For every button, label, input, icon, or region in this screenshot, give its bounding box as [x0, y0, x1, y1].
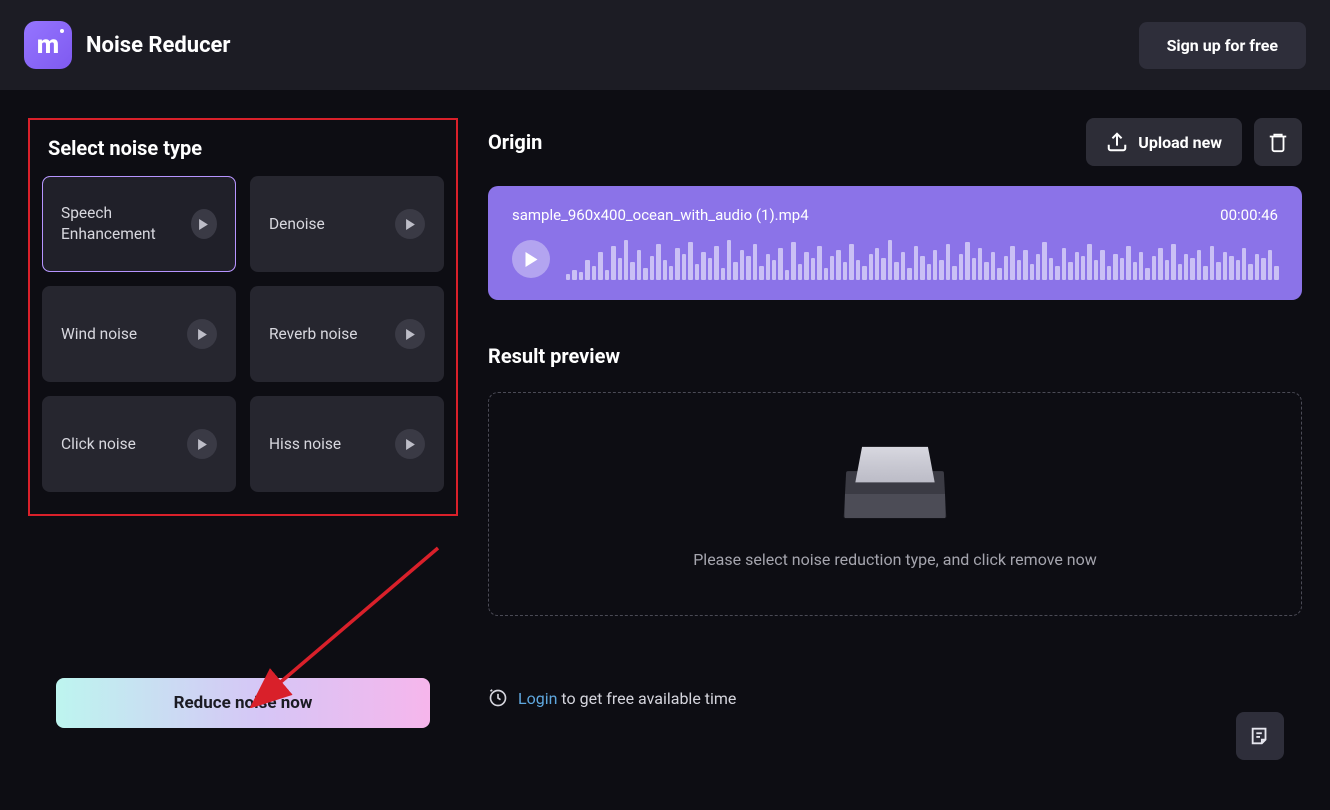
feedback-button[interactable] — [1236, 712, 1284, 760]
note-icon — [1249, 725, 1271, 747]
upload-label: Upload new — [1138, 133, 1222, 152]
clock-icon — [488, 688, 508, 708]
play-icon[interactable] — [395, 209, 425, 239]
footer-text: Login to get free available time — [518, 689, 736, 708]
result-title: Result preview — [488, 344, 1302, 368]
noise-card-reverb[interactable]: Reverb noise — [250, 286, 444, 382]
origin-audio-card: sample_960x400_ocean_with_audio (1).mp4 … — [488, 186, 1302, 300]
audio-duration: 00:00:46 — [1220, 206, 1278, 224]
noise-card-hiss[interactable]: Hiss noise — [250, 396, 444, 492]
noise-card-denoise[interactable]: Denoise — [250, 176, 444, 272]
reduce-noise-button[interactable]: Reduce noise now — [56, 678, 430, 728]
noise-panel: Select noise type Speech Enhancement Den… — [28, 118, 458, 728]
upload-new-button[interactable]: Upload new — [1086, 118, 1242, 166]
origin-header: Origin Upload new — [488, 118, 1302, 166]
noise-label: Speech Enhancement — [61, 203, 191, 245]
right-panel: Origin Upload new sample_960x400_ocean_w… — [488, 118, 1302, 728]
trash-icon — [1267, 131, 1289, 153]
play-icon[interactable] — [395, 429, 425, 459]
header: m Noise Reducer Sign up for free — [0, 0, 1330, 90]
noise-label: Wind noise — [61, 324, 137, 345]
noise-card-speech-enhancement[interactable]: Speech Enhancement — [42, 176, 236, 272]
upload-icon — [1106, 131, 1128, 153]
inbox-icon — [845, 440, 945, 518]
play-audio-button[interactable] — [512, 240, 550, 278]
noise-card-click[interactable]: Click noise — [42, 396, 236, 492]
header-left: m Noise Reducer — [24, 21, 231, 69]
audio-body — [512, 238, 1278, 280]
signup-button[interactable]: Sign up for free — [1139, 22, 1306, 69]
play-icon[interactable] — [395, 319, 425, 349]
origin-title: Origin — [488, 130, 542, 154]
audio-filename: sample_960x400_ocean_with_audio (1).mp4 — [512, 206, 809, 224]
noise-label: Hiss noise — [269, 434, 341, 455]
result-preview-box: Please select noise reduction type, and … — [488, 392, 1302, 616]
noise-label: Denoise — [269, 214, 325, 235]
play-icon[interactable] — [187, 429, 217, 459]
logo-text: m — [37, 30, 59, 60]
play-icon[interactable] — [191, 209, 217, 239]
main-content: Select noise type Speech Enhancement Den… — [0, 90, 1330, 756]
app-title: Noise Reducer — [86, 33, 231, 58]
audio-file-header: sample_960x400_ocean_with_audio (1).mp4 … — [512, 206, 1278, 224]
noise-label: Click noise — [61, 434, 136, 455]
origin-actions: Upload new — [1086, 118, 1302, 166]
login-link[interactable]: Login — [518, 689, 557, 708]
footer-tail: to get free available time — [557, 689, 736, 708]
noise-type-highlight-box: Select noise type Speech Enhancement Den… — [28, 118, 458, 516]
noise-grid: Speech Enhancement Denoise Wind noise Re… — [42, 176, 444, 492]
play-icon[interactable] — [187, 319, 217, 349]
app-logo: m — [24, 21, 72, 69]
noise-card-wind[interactable]: Wind noise — [42, 286, 236, 382]
noise-label: Reverb noise — [269, 324, 358, 345]
audio-waveform[interactable] — [566, 238, 1278, 280]
result-empty-text: Please select noise reduction type, and … — [693, 550, 1097, 569]
footer-line: Login to get free available time — [488, 688, 1302, 708]
delete-button[interactable] — [1254, 118, 1302, 166]
noise-section-title: Select noise type — [42, 136, 444, 160]
